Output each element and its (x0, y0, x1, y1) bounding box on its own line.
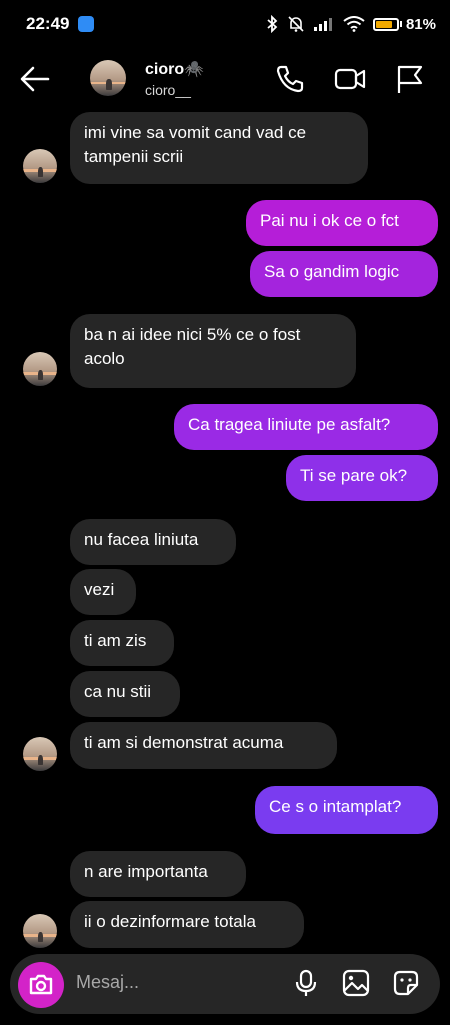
battery-indicator: 81% (372, 15, 436, 33)
camera-button[interactable] (18, 962, 64, 1008)
battery-icon (372, 17, 399, 31)
message-outgoing[interactable]: Sa o gandim logic (250, 251, 438, 297)
avatar[interactable] (23, 149, 57, 183)
notification-app-icon (78, 16, 94, 32)
message-incoming[interactable]: nu facea liniuta (70, 519, 236, 565)
message-incoming[interactable]: ii o dezinformare totala (70, 901, 304, 948)
message-input[interactable]: Mesaj... (76, 972, 139, 993)
message-outgoing[interactable]: Ce s o intamplat? (255, 786, 438, 834)
status-time: 22:49 (26, 14, 70, 33)
status-bar: 22:49 81% (0, 0, 450, 48)
battery-percent: 81% (405, 15, 436, 33)
message-outgoing[interactable]: Pai nu i ok ce o fct (246, 200, 438, 246)
phone-icon[interactable] (273, 62, 307, 96)
contact-name[interactable]: cioro🕷️ (145, 59, 204, 79)
signal-icon (313, 18, 332, 31)
bell-muted-icon (288, 16, 304, 32)
message-incoming[interactable]: ti am si demonstrat acuma (70, 722, 337, 769)
message-composer: Mesaj... (10, 954, 440, 1014)
bluetooth-icon (267, 15, 278, 33)
message-incoming[interactable]: ca nu stii (70, 671, 180, 717)
arrow-left-icon[interactable] (18, 62, 52, 96)
video-camera-icon[interactable] (333, 62, 367, 96)
avatar[interactable] (23, 352, 57, 386)
message-outgoing[interactable]: Ca tragea liniute pe asfalt? (174, 404, 438, 450)
contact-username[interactable]: cioro__ (145, 82, 191, 98)
message-incoming[interactable]: imi vine sa vomit cand vad ce tampenii s… (70, 112, 368, 184)
message-incoming[interactable]: ti am zis (70, 620, 174, 666)
status-icons: 81% (265, 12, 436, 36)
message-incoming[interactable]: ba n ai idee nici 5% ce o fost acolo (70, 314, 356, 388)
chat-header: cioro🕷️ cioro__ (0, 48, 450, 110)
message-incoming[interactable]: n are importanta (70, 851, 246, 897)
wifi-icon (343, 16, 365, 32)
message-incoming[interactable]: vezi (70, 569, 136, 615)
camera-icon (29, 974, 53, 995)
avatar[interactable] (23, 914, 57, 948)
avatar[interactable] (90, 60, 126, 96)
avatar[interactable] (23, 737, 57, 771)
microphone-icon[interactable] (291, 968, 321, 998)
flag-icon[interactable] (393, 62, 427, 96)
image-icon[interactable] (341, 968, 371, 998)
message-outgoing[interactable]: Ti se pare ok? (286, 455, 438, 501)
sticker-icon[interactable] (391, 968, 421, 998)
